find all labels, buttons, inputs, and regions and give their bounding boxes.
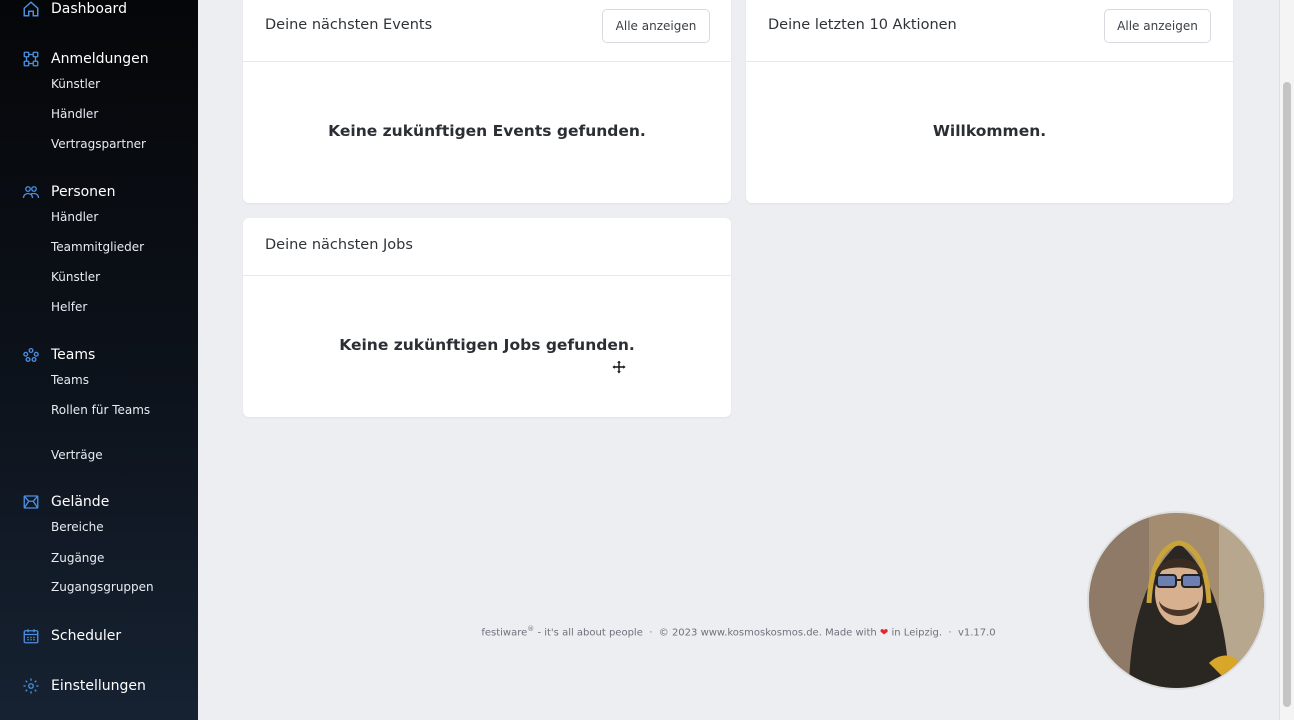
empty-state-events: Keine zukünftigen Events gefunden. xyxy=(328,122,646,140)
webcam-person-image xyxy=(1089,513,1264,688)
sidebar-item-bereiche[interactable]: Bereiche xyxy=(51,518,104,536)
footer-brand: festiware xyxy=(481,627,528,639)
map-area-icon xyxy=(22,493,40,511)
sidebar-group-label: Gelände xyxy=(51,494,110,510)
footer-copyright[interactable]: © 2023 www.kosmoskosmos.de. Made with xyxy=(659,627,877,638)
sidebar-item-zugaenge[interactable]: Zugänge xyxy=(51,549,104,567)
sidebar-item-teams[interactable]: Teams xyxy=(51,371,89,389)
card-header: Deine nächsten Jobs xyxy=(243,218,731,276)
heart-icon: ❤ xyxy=(879,627,889,639)
sidebar-item-helfer[interactable]: Helfer xyxy=(51,298,87,316)
sidebar-item-vertragspartner[interactable]: Vertragspartner xyxy=(51,135,146,153)
card-title: Deine nächsten Jobs xyxy=(265,237,413,253)
footer-separator: · xyxy=(948,627,952,639)
show-all-events-button[interactable]: Alle anzeigen xyxy=(602,9,710,43)
footer-separator: · xyxy=(649,627,653,639)
card-next-events: Deine nächsten Events Alle anzeigen Kein… xyxy=(243,0,731,203)
sidebar-group-anmeldungen[interactable]: Anmeldungen xyxy=(0,47,198,71)
show-all-actions-button[interactable]: Alle anzeigen xyxy=(1104,9,1211,43)
sidebar-item-label: Einstellungen xyxy=(51,678,146,694)
footer-tagline: - it's all about people xyxy=(534,627,643,639)
footer-version: v1.17.0 xyxy=(957,627,996,639)
sidebar-item-vertraege[interactable]: Verträge xyxy=(51,446,103,464)
card-header: Deine letzten 10 Aktionen Alle anzeigen xyxy=(746,0,1233,62)
gear-icon xyxy=(22,677,40,695)
sidebar-item-rollen-fuer-teams[interactable]: Rollen für Teams xyxy=(51,401,150,419)
sidebar-item-label: Dashboard xyxy=(51,1,127,17)
home-icon xyxy=(22,0,40,18)
footer-location: in Leipzig. xyxy=(891,627,943,639)
sidebar-group-label: Anmeldungen xyxy=(51,51,149,67)
calendar-icon xyxy=(22,627,40,645)
webcam-overlay xyxy=(1087,511,1266,690)
sidebar-item-dashboard[interactable]: Dashboard xyxy=(0,0,198,21)
empty-state-jobs: Keine zukünftigen Jobs gefunden. xyxy=(339,336,635,354)
sidebar-item-personen-haendler[interactable]: Händler xyxy=(51,208,98,226)
teams-icon xyxy=(22,346,40,364)
network-icon xyxy=(22,50,40,68)
sidebar-group-teams[interactable]: Teams xyxy=(0,343,198,367)
sidebar-item-anmeldungen-kuenstler[interactable]: Künstler xyxy=(51,75,100,93)
sidebar-item-zugangsgruppen[interactable]: Zugangsgruppen xyxy=(51,578,154,596)
move-cursor-icon xyxy=(612,360,626,374)
vertical-scrollbar[interactable] xyxy=(1279,0,1294,720)
card-title: Deine nächsten Events xyxy=(265,17,433,33)
sidebar-item-einstellungen[interactable]: Einstellungen xyxy=(0,674,198,698)
sidebar-item-label: Scheduler xyxy=(51,628,122,644)
card-header: Deine nächsten Events Alle anzeigen xyxy=(243,0,731,62)
sidebar-item-teammitglieder[interactable]: Teammitglieder xyxy=(51,238,144,256)
sidebar-group-label: Personen xyxy=(51,184,116,200)
sidebar: Dashboard Anmeldungen Künstler Händler V… xyxy=(0,0,198,720)
empty-state-actions: Willkommen. xyxy=(932,122,1047,140)
scrollbar-thumb[interactable] xyxy=(1283,82,1291,707)
sidebar-item-scheduler[interactable]: Scheduler xyxy=(0,624,198,648)
sidebar-item-anmeldungen-haendler[interactable]: Händler xyxy=(51,105,98,123)
card-last-actions: Deine letzten 10 Aktionen Alle anzeigen … xyxy=(746,0,1233,203)
card-next-jobs: Deine nächsten Jobs Keine zukünftigen Jo… xyxy=(243,218,731,417)
sidebar-group-label: Teams xyxy=(51,347,96,363)
card-title: Deine letzten 10 Aktionen xyxy=(768,17,957,33)
people-icon xyxy=(22,183,40,201)
sidebar-group-personen[interactable]: Personen xyxy=(0,180,198,204)
sidebar-group-gelaende[interactable]: Gelände xyxy=(0,490,198,514)
sidebar-item-personen-kuenstler[interactable]: Künstler xyxy=(51,268,100,286)
